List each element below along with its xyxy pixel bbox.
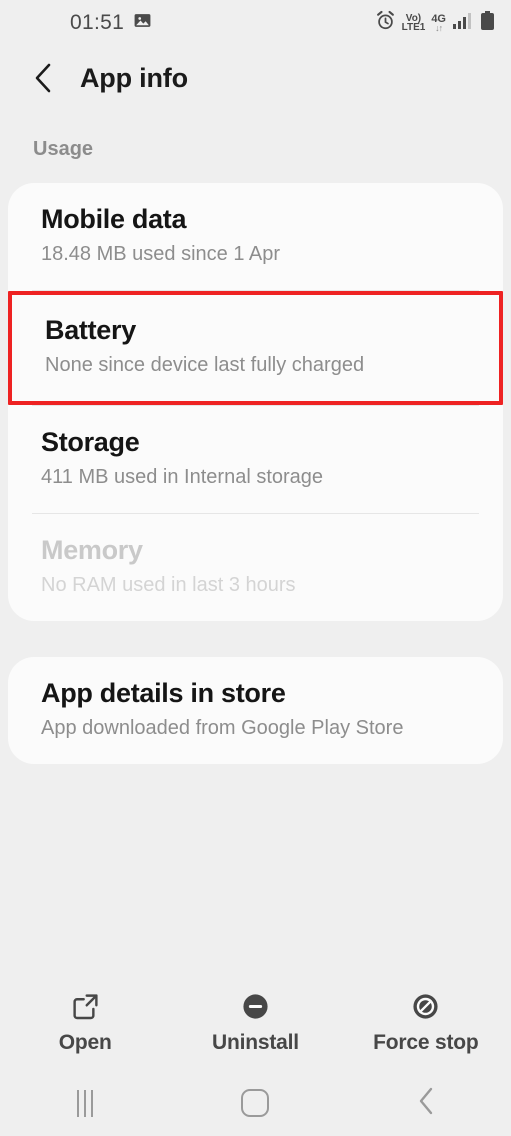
section-label-usage: Usage [33,138,94,160]
volte-bottom: LTE1 [401,22,426,33]
action-label: Uninstall [212,1030,299,1054]
page-header: App info [0,46,511,110]
uninstall-button[interactable]: Uninstall [170,992,340,1055]
list-item-title: App details in store [41,677,286,708]
status-bar-left: 01:51 [70,11,152,35]
battery-icon [480,10,495,36]
image-icon [133,11,152,35]
list-item-subtitle: None since device last fully charged [45,354,365,377]
list-item-subtitle: 18.48 MB used since 1 Apr [41,243,281,266]
settings-content: Mobile data 18.48 MB used since 1 Apr Ba… [0,183,511,980]
list-item-title: Battery [45,314,136,345]
list-item-title: Storage [41,426,140,457]
network-type-indicator: 4G ↓↑ [431,13,446,33]
force-stop-icon [411,992,440,1022]
list-item-title: Memory [41,534,143,565]
uninstall-minus-icon [241,992,270,1022]
signal-bars-icon [452,12,474,35]
action-label: Force stop [373,1030,479,1054]
alarm-icon [375,10,396,36]
navigation-bar [0,1070,511,1136]
usage-card: Mobile data 18.48 MB used since 1 Apr Ba… [8,183,503,621]
force-stop-button[interactable]: Force stop [341,992,511,1055]
status-time: 01:51 [70,11,125,34]
recents-icon [77,1089,94,1117]
list-item-storage[interactable]: Storage 411 MB used in Internal storage [8,406,503,513]
list-item-app-details-in-store[interactable]: App details in store App downloaded from… [8,657,503,764]
home-button[interactable] [170,1089,340,1117]
network-arrows: ↓↑ [435,22,443,33]
open-external-icon [71,992,100,1022]
volte-indicator: Vo) LTE1 [401,13,426,33]
list-item-subtitle: No RAM used in last 3 hours [41,574,296,597]
list-item-battery[interactable]: Battery None since device last fully cha… [8,290,503,405]
list-item-title: Mobile data [41,204,187,234]
list-item-subtitle: 411 MB used in Internal storage [41,466,324,489]
phone-screen: 01:51 Vo) LTE1 4G ↓↑ App info Usage Mobi… [0,0,511,1136]
list-item-memory: Memory No RAM used in last 3 hours [8,514,503,621]
status-bar-right: Vo) LTE1 4G ↓↑ [375,10,495,36]
recents-button[interactable] [0,1089,170,1117]
home-icon [241,1089,270,1117]
page-title: App info [80,62,188,93]
status-bar: 01:51 Vo) LTE1 4G ↓↑ [0,0,511,46]
open-button[interactable]: Open [0,992,170,1055]
action-label: Open [58,1030,112,1054]
back-button[interactable] [341,1086,511,1121]
back-icon [416,1086,436,1121]
back-chevron-icon[interactable] [32,63,54,93]
store-card: App details in store App downloaded from… [8,656,503,764]
list-item-subtitle: App downloaded from Google Play Store [41,716,404,739]
action-bar: Open Uninstall Force stop [0,980,511,1070]
list-item-mobile-data[interactable]: Mobile data 18.48 MB used since 1 Apr [8,183,503,290]
